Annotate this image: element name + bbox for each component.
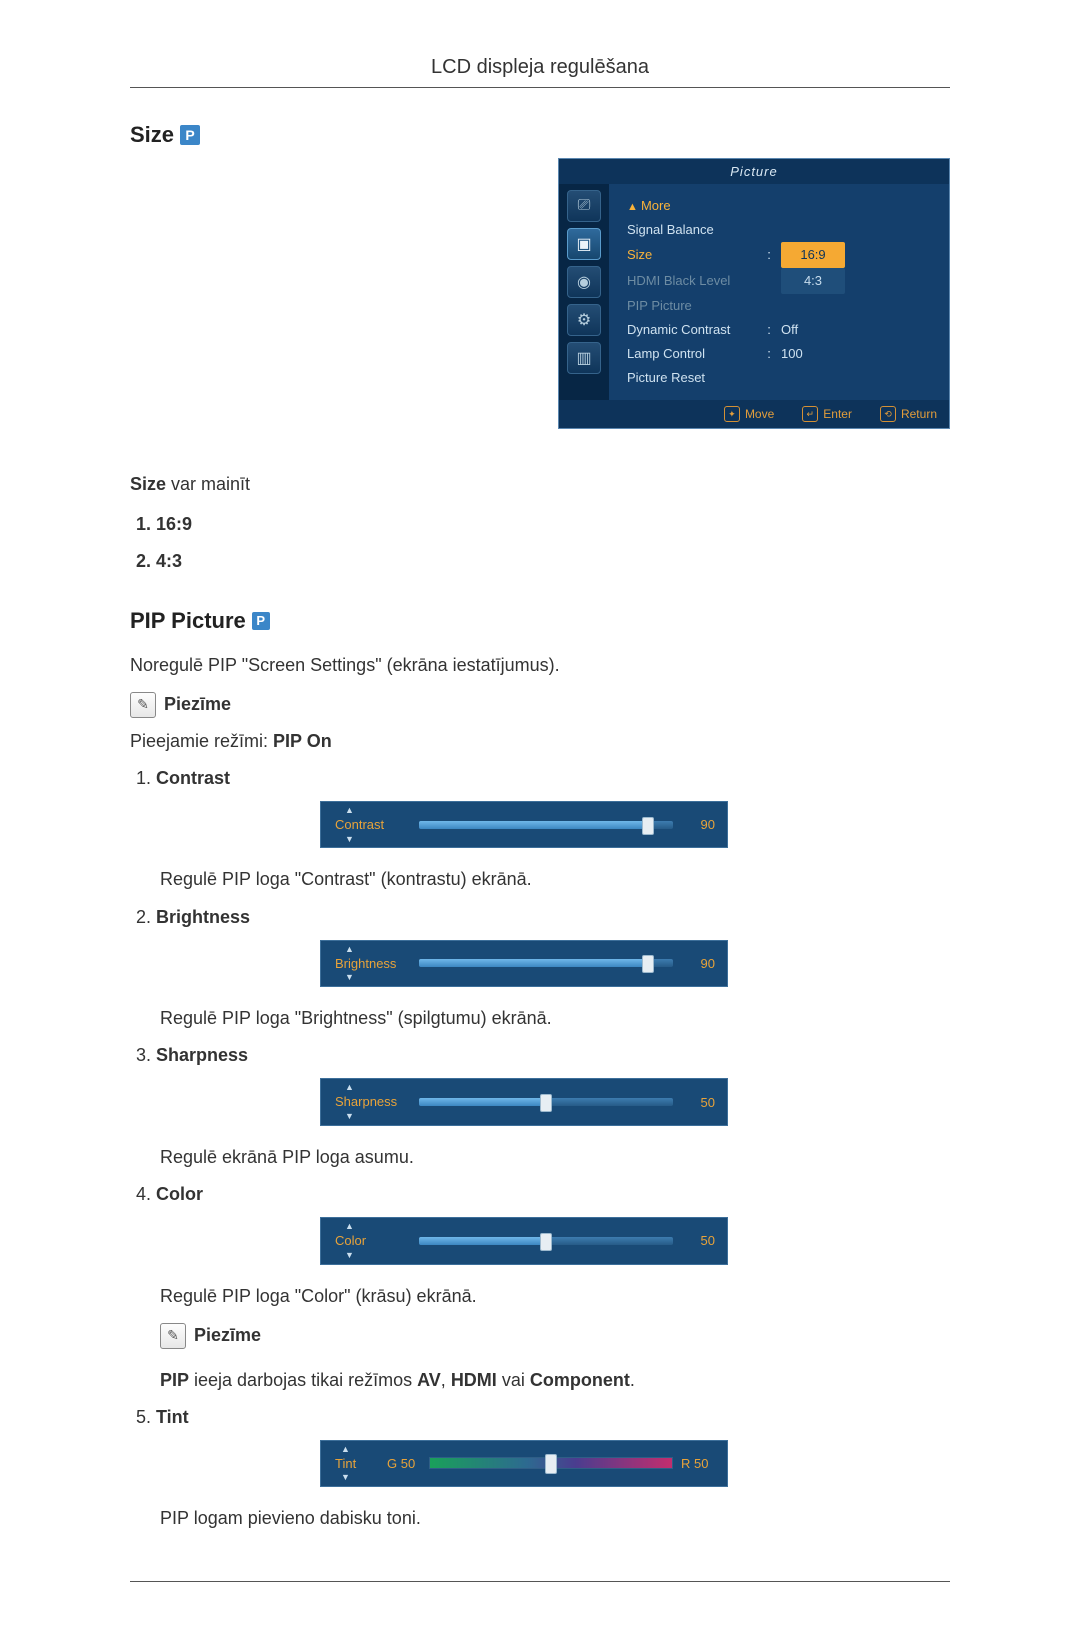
footer-rule — [130, 1581, 950, 1582]
osd-row-hdmi-black[interactable]: HDMI Black Level 4:3 — [627, 268, 935, 294]
slider-track[interactable] — [419, 1098, 673, 1106]
color-note: PIP ieeja darbojas tikai režīmos AV, HDM… — [160, 1367, 950, 1393]
list-item: Color Color 50 Regulē PIP loga "Color" (… — [156, 1184, 950, 1393]
slider-label: Brightness — [335, 947, 409, 981]
osd-row-pip-picture[interactable]: PIP Picture — [627, 294, 935, 318]
pip-title-text: PIP Picture — [130, 608, 246, 634]
osd-side-icons: ⎚ ▣ ◉ ⚙ ▥ — [559, 184, 609, 400]
slider-track[interactable] — [419, 821, 673, 829]
osd-row-lamp-control[interactable]: Lamp Control:100 — [627, 342, 935, 366]
pip-item-sharpness-label: Sharpness — [156, 1045, 248, 1065]
sharpness-slider[interactable]: Sharpness 50 — [320, 1078, 728, 1126]
pip-item-tint-label: Tint — [156, 1407, 189, 1427]
page-header: LCD displeja regulēšana — [130, 56, 950, 79]
slider-thumb[interactable] — [540, 1233, 552, 1251]
brightness-slider[interactable]: Brightness 90 — [320, 940, 728, 988]
contrast-slider[interactable]: Contrast 90 — [320, 801, 728, 849]
size-title-text: Size — [130, 122, 174, 148]
osd-row-dynamic-contrast[interactable]: Dynamic Contrast:Off — [627, 318, 935, 342]
note-icon: ✎ — [130, 692, 156, 718]
slider-label: Color — [335, 1224, 409, 1258]
osd-row-size[interactable]: Size: 16:9 — [627, 242, 935, 268]
pip-item-brightness-label: Brightness — [156, 907, 250, 927]
tint-g-value: G 50 — [387, 1456, 421, 1471]
note-row: ✎ Piezīme — [160, 1323, 950, 1349]
osd-icon-setup[interactable]: ⚙ — [567, 304, 601, 336]
slider-value: 90 — [683, 817, 715, 832]
note-icon: ✎ — [160, 1323, 186, 1349]
tint-desc: PIP logam pievieno dabisku toni. — [160, 1505, 950, 1531]
list-item: 16:9 — [156, 511, 950, 537]
section-pip-title: PIP Picture P — [130, 608, 950, 634]
color-desc: Regulē PIP loga "Color" (krāsu) ekrānā. — [160, 1283, 950, 1309]
note-label: Piezīme — [194, 1325, 261, 1346]
osd-footer-enter: ↵Enter — [802, 406, 852, 422]
pip-item-contrast-label: Contrast — [156, 768, 230, 788]
slider-label: Sharpness — [335, 1085, 409, 1119]
sharpness-desc: Regulē ekrānā PIP loga asumu. — [160, 1144, 950, 1170]
osd-row-signal-balance[interactable]: Signal Balance — [627, 218, 935, 242]
size-intro: Size var mainīt — [130, 471, 950, 497]
list-item: Tint Tint G 50 R 50 PIP logam pievieno d… — [156, 1407, 950, 1532]
slider-track[interactable] — [419, 959, 673, 967]
color-slider[interactable]: Color 50 — [320, 1217, 728, 1265]
size-list: 16:9 4:3 — [130, 511, 950, 573]
osd-footer-return: ⟲Return — [880, 406, 937, 422]
slider-value: 50 — [683, 1233, 715, 1248]
slider-thumb[interactable] — [545, 1454, 557, 1474]
brightness-desc: Regulē PIP loga "Brightness" (spilgtumu)… — [160, 1005, 950, 1031]
slider-label: Tint — [335, 1447, 379, 1481]
osd-picture-menu: Picture ⎚ ▣ ◉ ⚙ ▥ More Signal Balance Si… — [558, 158, 950, 429]
osd-icon-picture[interactable]: ▣ — [567, 228, 601, 260]
pip-intro: Noregulē PIP "Screen Settings" (ekrāna i… — [130, 652, 950, 678]
list-item: Sharpness Sharpness 50 Regulē ekrānā PIP… — [156, 1045, 950, 1170]
pip-modes: Pieejamie režīmi: PIP On — [130, 728, 950, 754]
osd-icon-input[interactable]: ⎚ — [567, 190, 601, 222]
tint-track[interactable] — [429, 1457, 673, 1469]
osd-footer: ✦Move ↵Enter ⟲Return — [559, 400, 949, 428]
pip-item-color-label: Color — [156, 1184, 203, 1204]
header-rule — [130, 87, 950, 88]
slider-track[interactable] — [419, 1237, 673, 1245]
contrast-desc: Regulē PIP loga "Contrast" (kontrastu) e… — [160, 866, 950, 892]
slider-thumb[interactable] — [642, 817, 654, 835]
slider-value: 50 — [683, 1095, 715, 1110]
p-icon: P — [252, 612, 270, 630]
slider-value: 90 — [683, 956, 715, 971]
slider-thumb[interactable] — [540, 1094, 552, 1112]
pip-list: Contrast Contrast 90 Regulē PIP loga "Co… — [130, 768, 950, 1532]
slider-label: Contrast — [335, 808, 409, 842]
section-size-title: Size P — [130, 122, 950, 148]
osd-icon-multi[interactable]: ▥ — [567, 342, 601, 374]
tint-slider[interactable]: Tint G 50 R 50 — [320, 1440, 728, 1488]
slider-thumb[interactable] — [642, 955, 654, 973]
osd-container: Picture ⎚ ▣ ◉ ⚙ ▥ More Signal Balance Si… — [200, 158, 950, 453]
osd-menu-rows: More Signal Balance Size: 16:9 HDMI Blac… — [609, 184, 949, 400]
osd-row-picture-reset[interactable]: Picture Reset — [627, 366, 935, 390]
osd-footer-move: ✦Move — [724, 406, 774, 422]
list-item: Contrast Contrast 90 Regulē PIP loga "Co… — [156, 768, 950, 893]
note-label: Piezīme — [164, 694, 231, 715]
note-row: ✎ Piezīme — [130, 692, 950, 718]
osd-menu-title: Picture — [559, 159, 949, 184]
p-icon: P — [180, 125, 200, 145]
osd-icon-sound[interactable]: ◉ — [567, 266, 601, 298]
tint-r-value: R 50 — [681, 1456, 715, 1471]
list-item: Brightness Brightness 90 Regulē PIP loga… — [156, 907, 950, 1032]
list-item: 4:3 — [156, 548, 950, 574]
osd-row-more[interactable]: More — [627, 194, 935, 218]
